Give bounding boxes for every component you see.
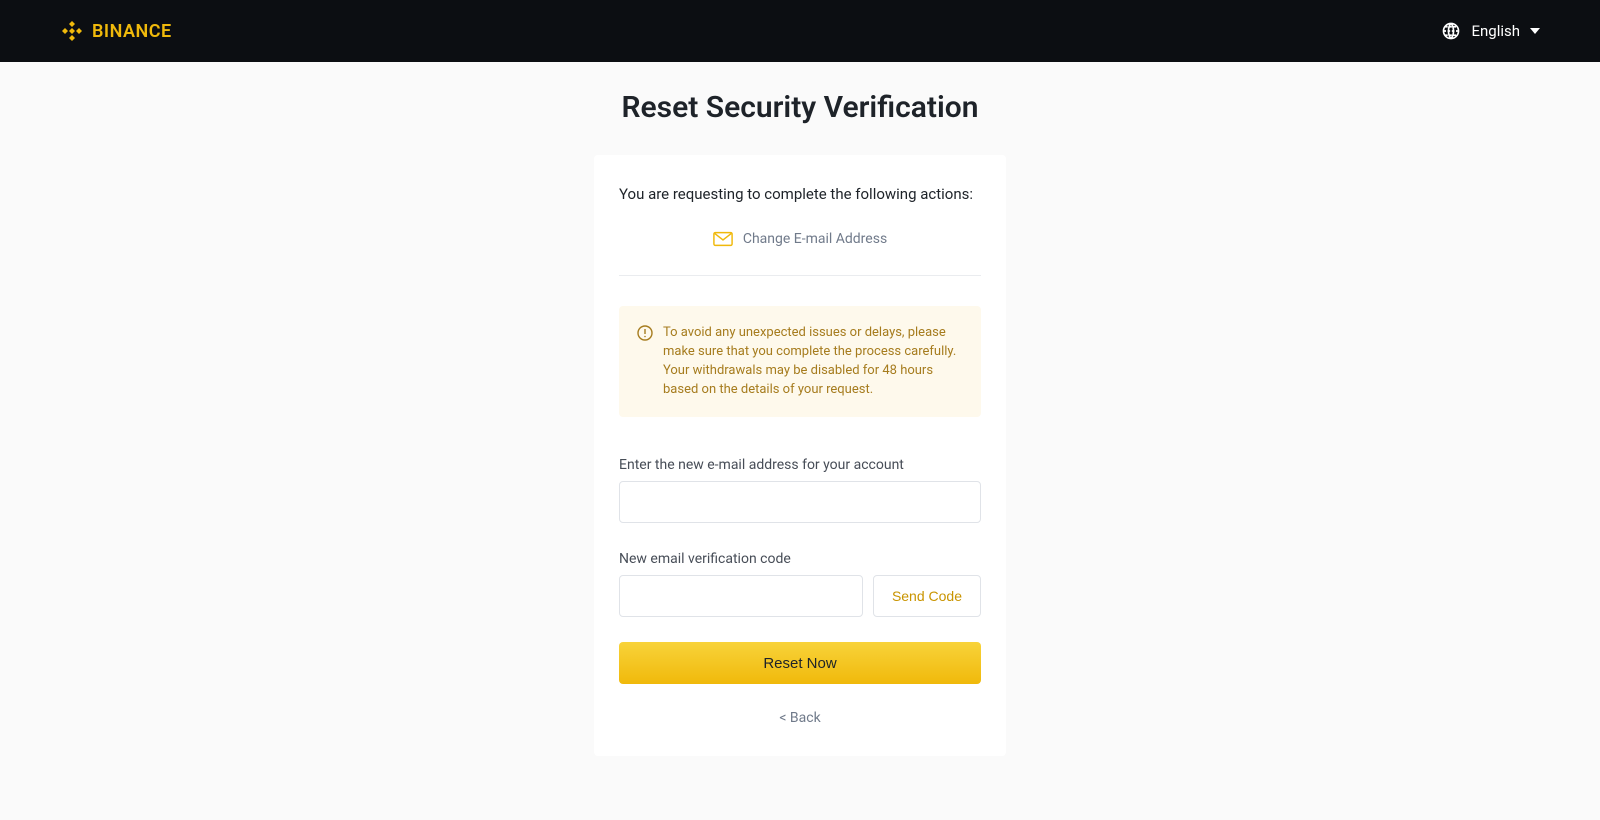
warning-box: To avoid any unexpected issues or delays…	[619, 306, 981, 417]
reset-now-button[interactable]: Reset Now	[619, 642, 981, 684]
action-label: Change E-mail Address	[743, 231, 887, 247]
chevron-down-icon	[1530, 28, 1540, 34]
back-link[interactable]: < Back	[619, 710, 981, 726]
brand-logo[interactable]: BINANCE	[60, 19, 172, 43]
warning-icon	[637, 325, 653, 341]
warning-text: To avoid any unexpected issues or delays…	[663, 324, 963, 399]
header: BINANCE English	[0, 0, 1600, 62]
email-input[interactable]	[619, 481, 981, 523]
binance-logo-icon	[60, 19, 84, 43]
email-label: Enter the new e-mail address for your ac…	[619, 457, 981, 473]
language-label: English	[1471, 22, 1520, 40]
brand-name: BINANCE	[92, 21, 172, 42]
language-selector[interactable]: English	[1441, 21, 1540, 41]
divider	[619, 275, 981, 276]
verification-code-label: New email verification code	[619, 551, 981, 567]
action-row: Change E-mail Address	[619, 231, 981, 247]
verification-code-input[interactable]	[619, 575, 863, 617]
reset-card: You are requesting to complete the follo…	[594, 155, 1006, 756]
send-code-button[interactable]: Send Code	[873, 575, 981, 617]
globe-icon	[1441, 21, 1461, 41]
page-title: Reset Security Verification	[0, 90, 1600, 125]
email-icon	[713, 231, 733, 247]
request-text: You are requesting to complete the follo…	[619, 185, 981, 203]
